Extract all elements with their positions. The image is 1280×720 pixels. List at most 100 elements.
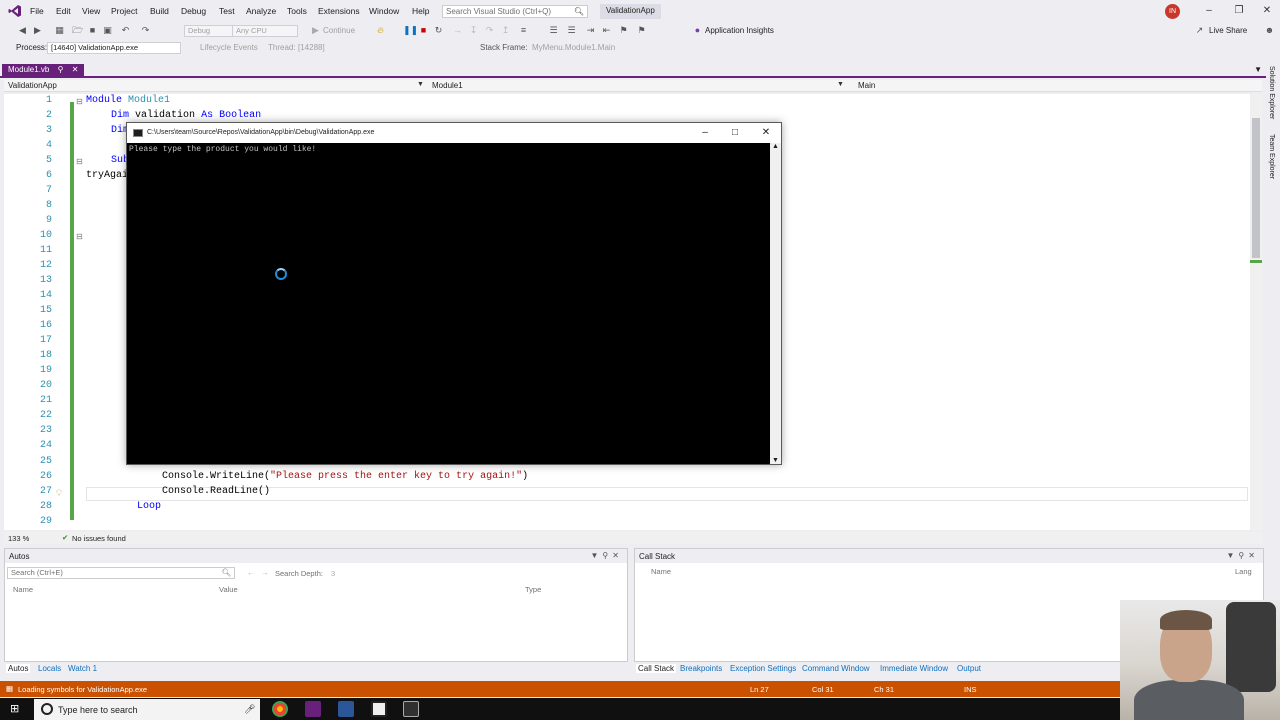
- taskbar-search-box[interactable]: Type here to search 🎤︎: [34, 699, 260, 720]
- tab-overflow-icon[interactable]: ▼: [1254, 65, 1262, 74]
- scroll-up-icon[interactable]: ▲: [772, 143, 779, 150]
- console-taskbar-icon[interactable]: [403, 701, 419, 717]
- save-all-icon[interactable]: ▣: [102, 25, 113, 36]
- panel-window-icons[interactable]: ▼⚲✕: [1227, 551, 1259, 560]
- uncomment-icon[interactable]: ☰: [566, 25, 577, 36]
- column-header-value[interactable]: Value: [219, 585, 238, 594]
- pin-icon[interactable]: ⚲: [58, 65, 64, 74]
- tab-solution-explorer[interactable]: Solution Explorer: [1268, 66, 1275, 119]
- tab-breakpoints[interactable]: Breakpoints: [680, 664, 722, 673]
- show-next-statement-icon[interactable]: →: [452, 25, 463, 36]
- console-output-area[interactable]: Please type the product you would like!: [127, 143, 770, 464]
- microphone-icon[interactable]: 🎤︎: [244, 704, 255, 715]
- menu-test[interactable]: Test: [219, 6, 235, 16]
- bookmark-icon[interactable]: ⚑: [618, 25, 629, 36]
- autos-search-input[interactable]: Search (Ctrl+E) 🔍︎: [7, 567, 235, 579]
- console-titlebar[interactable]: C:\Users\team\Source\Repos\ValidationApp…: [127, 123, 781, 143]
- console-scrollbar[interactable]: ▲ ▼: [770, 143, 781, 464]
- step-over-icon[interactable]: ↷: [484, 25, 495, 36]
- tab-module1-vb[interactable]: Module1.vb ⚲ ✕: [2, 64, 85, 78]
- comment-icon[interactable]: ☰: [548, 25, 559, 36]
- feedback-icon[interactable]: ☻: [1264, 25, 1275, 36]
- hot-reload-icon[interactable]: 🔥︎: [375, 25, 386, 36]
- menu-help[interactable]: Help: [412, 6, 429, 16]
- issues-indicator[interactable]: No issues found: [72, 534, 126, 543]
- restore-icon[interactable]: ❐: [1232, 4, 1246, 18]
- tab-locals[interactable]: Locals: [38, 664, 61, 673]
- console-window[interactable]: C:\Users\team\Source\Repos\ValidationApp…: [126, 122, 782, 465]
- scroll-down-icon[interactable]: ▼: [772, 457, 779, 464]
- live-share-button[interactable]: Live Share: [1209, 26, 1247, 35]
- type-dropdown[interactable]: Module1: [428, 80, 848, 92]
- tab-output[interactable]: Output: [957, 664, 981, 673]
- back-icon[interactable]: ←: [247, 568, 255, 577]
- menu-project[interactable]: Project: [111, 6, 137, 16]
- solution-config-dropdown[interactable]: Debug: [184, 25, 236, 37]
- menu-file[interactable]: File: [30, 6, 44, 16]
- close-tab-icon[interactable]: ✕: [72, 65, 79, 74]
- menu-tools[interactable]: Tools: [287, 6, 307, 16]
- zoom-dropdown[interactable]: 133 %: [8, 534, 29, 543]
- new-project-icon[interactable]: ▦: [54, 25, 65, 36]
- notepad-icon[interactable]: [371, 701, 387, 717]
- undo-icon[interactable]: ↶: [120, 25, 131, 36]
- console-close-icon[interactable]: ✕: [758, 126, 774, 140]
- close-icon[interactable]: ✕: [1260, 4, 1274, 18]
- tab-autos[interactable]: Autos: [6, 664, 31, 673]
- editor-vertical-scrollbar[interactable]: [1250, 94, 1262, 530]
- visual-studio-icon[interactable]: [305, 701, 321, 717]
- tab-team-explorer[interactable]: Team Explorer: [1268, 134, 1275, 179]
- collapse-icon[interactable]: ⊟: [76, 232, 83, 241]
- tab-call-stack[interactable]: Call Stack: [636, 664, 677, 673]
- member-dropdown[interactable]: Main: [854, 80, 1254, 92]
- collapse-icon[interactable]: ⊟: [76, 97, 83, 106]
- tab-exception-settings[interactable]: Exception Settings: [730, 664, 796, 673]
- console-minimize-icon[interactable]: –: [697, 126, 713, 140]
- process-dropdown[interactable]: [14640] ValidationApp.exe: [47, 42, 181, 54]
- menu-window[interactable]: Window: [369, 6, 399, 16]
- application-insights-button[interactable]: Application Insights: [705, 26, 774, 35]
- back-icon[interactable]: ◀: [17, 25, 28, 36]
- step-into-icon[interactable]: ↧: [468, 25, 479, 36]
- menu-debug[interactable]: Debug: [181, 6, 206, 16]
- word-icon[interactable]: [338, 701, 354, 717]
- open-file-icon[interactable]: 🗁︎: [72, 25, 83, 36]
- collapse-icon[interactable]: ⊟: [76, 157, 83, 166]
- break-all-icon[interactable]: ❚❚: [403, 25, 418, 36]
- save-icon[interactable]: ■: [87, 25, 98, 36]
- menu-view[interactable]: View: [82, 6, 100, 16]
- chrome-icon[interactable]: [272, 701, 288, 717]
- windows-start-icon[interactable]: ⊞: [10, 703, 22, 715]
- panel-window-icons[interactable]: ▼⚲✕: [591, 551, 623, 560]
- search-depth-dropdown[interactable]: 3: [331, 569, 335, 578]
- column-header-type[interactable]: Type: [525, 585, 541, 594]
- stack-frame-dropdown[interactable]: MyMenu.Module1.Main: [532, 43, 615, 52]
- forward-icon[interactable]: →: [261, 568, 269, 577]
- continue-icon[interactable]: ▶: [310, 25, 321, 36]
- outdent-icon[interactable]: ⇤: [601, 25, 612, 36]
- minimize-icon[interactable]: –: [1202, 4, 1216, 18]
- tab-command-window[interactable]: Command Window: [802, 664, 870, 673]
- redo-icon[interactable]: ↷: [140, 25, 151, 36]
- lightbulb-icon[interactable]: 💡︎: [56, 488, 62, 499]
- menu-edit[interactable]: Edit: [56, 6, 71, 16]
- menu-extensions[interactable]: Extensions: [318, 6, 360, 16]
- quick-launch-search[interactable]: Search Visual Studio (Ctrl+Q) 🔍︎: [442, 5, 588, 18]
- user-avatar[interactable]: IN: [1165, 4, 1180, 19]
- console-maximize-icon[interactable]: □: [727, 126, 743, 140]
- solution-platform-dropdown[interactable]: Any CPU: [232, 25, 298, 37]
- lifecycle-events-dropdown[interactable]: Lifecycle Events: [200, 43, 258, 52]
- column-header-name[interactable]: Name: [651, 567, 671, 576]
- continue-button[interactable]: Continue: [323, 26, 355, 35]
- thread-dropdown[interactable]: [14288]: [298, 43, 325, 52]
- step-out-icon[interactable]: ↥: [500, 25, 511, 36]
- stop-debugging-icon[interactable]: ■: [418, 25, 429, 36]
- format-icon[interactable]: ≡: [518, 25, 529, 36]
- menu-analyze[interactable]: Analyze: [246, 6, 276, 16]
- tab-immediate-window[interactable]: Immediate Window: [880, 664, 948, 673]
- column-header-language[interactable]: Lang: [1235, 567, 1252, 576]
- tab-watch-1[interactable]: Watch 1: [68, 664, 97, 673]
- restart-icon[interactable]: ↻: [433, 25, 444, 36]
- column-header-name[interactable]: Name: [13, 585, 33, 594]
- menu-build[interactable]: Build: [150, 6, 169, 16]
